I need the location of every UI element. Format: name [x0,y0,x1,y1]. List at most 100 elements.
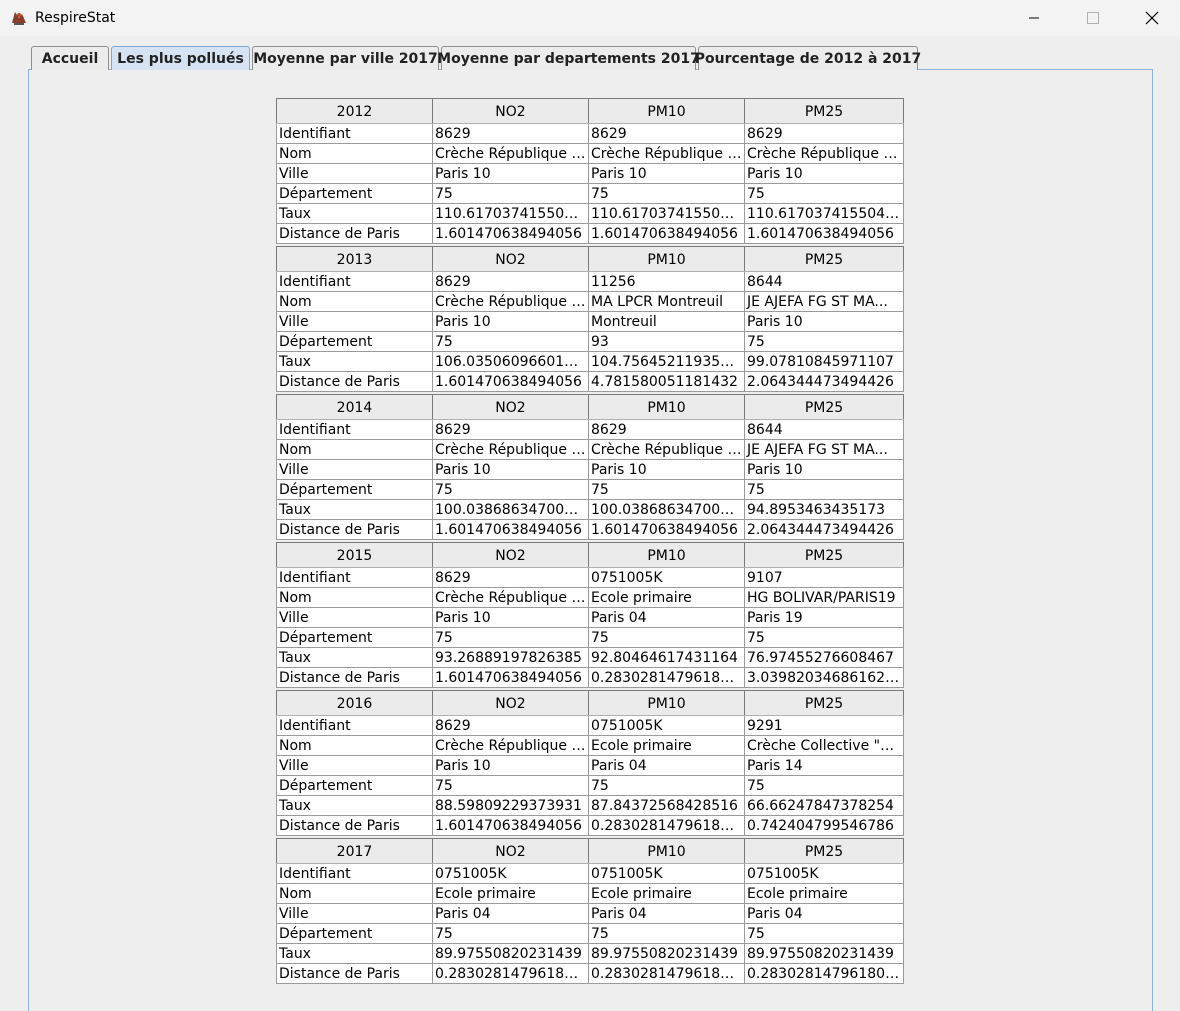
pollutant-header[interactable]: NO2 [432,542,589,568]
row-label[interactable]: Taux [276,203,433,224]
table-cell[interactable]: 75 [588,183,745,204]
row-label[interactable]: Département [276,923,433,944]
row-label[interactable]: Département [276,331,433,352]
row-label[interactable]: Taux [276,943,433,964]
table-cell[interactable]: Montreuil [588,311,745,332]
table-cell[interactable]: 0751005K [744,863,904,884]
table-cell[interactable]: 3.0398203468616236 [744,667,904,688]
table-cell[interactable]: HG BOLIVAR/PARIS19 [744,587,904,608]
table-cell[interactable]: Paris 04 [588,755,745,776]
row-label[interactable]: Identifiant [276,419,433,440]
table-cell[interactable]: Paris 10 [432,459,589,480]
table-cell[interactable]: 93 [588,331,745,352]
table-cell[interactable]: Paris 04 [588,903,745,924]
row-label[interactable]: Identifiant [276,715,433,736]
pollutant-header[interactable]: PM10 [588,246,745,272]
row-label[interactable]: Nom [276,439,433,460]
row-label[interactable]: Ville [276,459,433,480]
table-cell[interactable]: Paris 14 [744,755,904,776]
table-cell[interactable]: JE AJEFA FG ST MA... [744,439,904,460]
table-cell[interactable]: 75 [432,775,589,796]
table-cell[interactable]: 76.97455276608467 [744,647,904,668]
table-cell[interactable]: 110.61703741550446 [744,203,904,224]
table-cell[interactable]: 1.601470638494056 [432,815,589,836]
table-cell[interactable]: 75 [744,183,904,204]
table-cell[interactable]: 75 [744,627,904,648]
row-label[interactable]: Ville [276,163,433,184]
table-cell[interactable]: 66.66247847378254 [744,795,904,816]
table-cell[interactable]: Crèche République En... [588,143,745,164]
table-cell[interactable]: 75 [432,923,589,944]
table-cell[interactable]: 88.59809229373931 [432,795,589,816]
table-cell[interactable]: 11256 [588,271,745,292]
table-cell[interactable]: 0751005K [588,863,745,884]
table-cell[interactable]: 75 [588,923,745,944]
table-cell[interactable]: Paris 10 [588,163,745,184]
table-cell[interactable]: 92.80464617431164 [588,647,745,668]
table-cell[interactable]: 8629 [588,123,745,144]
pollutant-header[interactable]: PM10 [588,690,745,716]
table-cell[interactable]: 0.2830281479618048 [588,667,745,688]
table-cell[interactable]: 110.61703741550446 [588,203,745,224]
table-cell[interactable]: Paris 10 [432,607,589,628]
table-cell[interactable]: 1.601470638494056 [432,667,589,688]
table-cell[interactable]: 4.781580051181432 [588,371,745,392]
row-label[interactable]: Taux [276,351,433,372]
tab-moyenne-par-ville[interactable]: Moyenne par ville 2017 [252,46,439,70]
table-cell[interactable]: Paris 04 [744,903,904,924]
row-label[interactable]: Identifiant [276,271,433,292]
tab-moyenne-par-departements[interactable]: Moyenne par departements 2017 [437,46,700,70]
pollutant-header[interactable]: NO2 [432,246,589,272]
row-label[interactable]: Identifiant [276,567,433,588]
table-cell[interactable]: 9107 [744,567,904,588]
maximize-button[interactable] [1070,0,1116,36]
table-cell[interactable]: 89.97550820231439 [744,943,904,964]
table-cell[interactable]: 8629 [432,715,589,736]
table-cell[interactable]: 8629 [432,567,589,588]
table-cell[interactable]: 0.2830281479618048 [432,963,589,984]
tab-les-plus-pollues[interactable]: Les plus pollués [111,46,250,70]
row-label[interactable]: Distance de Paris [276,223,433,244]
pollutant-header[interactable]: PM25 [744,542,904,568]
table-cell[interactable]: 106.03506096601487 [432,351,589,372]
table-cell[interactable]: 1.601470638494056 [744,223,904,244]
year-header[interactable]: 2013 [276,246,433,272]
table-cell[interactable]: JE AJEFA FG ST MA... [744,291,904,312]
table-cell[interactable]: 1.601470638494056 [588,223,745,244]
table-cell[interactable]: 75 [744,923,904,944]
pollutant-header[interactable]: PM25 [744,690,904,716]
pollutant-header[interactable]: PM25 [744,838,904,864]
table-cell[interactable]: 2.064344473494426 [744,519,904,540]
pollutant-header[interactable]: NO2 [432,690,589,716]
year-header[interactable]: 2012 [276,98,433,124]
row-label[interactable]: Taux [276,647,433,668]
year-header[interactable]: 2016 [276,690,433,716]
table-cell[interactable]: 89.97550820231439 [432,943,589,964]
table-cell[interactable]: 8629 [432,123,589,144]
pollutant-header[interactable]: PM10 [588,394,745,420]
table-cell[interactable]: 0.742404799546786 [744,815,904,836]
year-header[interactable]: 2017 [276,838,433,864]
table-cell[interactable]: 75 [588,479,745,500]
tab-pourcentage[interactable]: Pourcentage de 2012 à 2017 [695,46,921,70]
table-cell[interactable]: 8644 [744,271,904,292]
table-cell[interactable]: Ecole primaire [588,883,745,904]
table-cell[interactable]: Paris 10 [432,311,589,332]
table-cell[interactable]: Crèche République En... [432,143,589,164]
table-cell[interactable]: 110.61703741550446 [432,203,589,224]
row-label[interactable]: Identifiant [276,863,433,884]
year-header[interactable]: 2015 [276,542,433,568]
table-cell[interactable]: Paris 10 [744,459,904,480]
table-cell[interactable]: Paris 10 [744,311,904,332]
pollutant-header[interactable]: PM25 [744,98,904,124]
row-label[interactable]: Ville [276,607,433,628]
row-label[interactable]: Distance de Paris [276,519,433,540]
table-cell[interactable]: 94.8953463435173 [744,499,904,520]
table-cell[interactable]: Crèche République En... [432,439,589,460]
row-label[interactable]: Identifiant [276,123,433,144]
table-cell[interactable]: 8644 [744,419,904,440]
row-label[interactable]: Département [276,775,433,796]
row-label[interactable]: Département [276,627,433,648]
row-label[interactable]: Nom [276,143,433,164]
table-cell[interactable]: 1.601470638494056 [432,519,589,540]
